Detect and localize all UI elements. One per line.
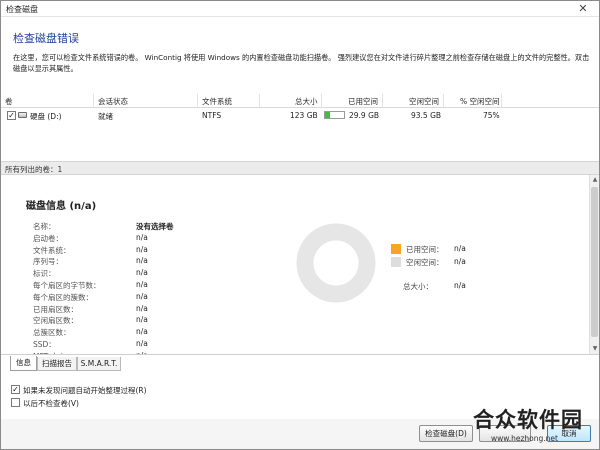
disk-property-label: 空闲扇区数： [33, 316, 78, 326]
column-header-used-space[interactable]: 已用空间 [348, 96, 378, 107]
check-disk-window: 检查磁盘 ✕ 检查磁盘错误 在这里，您可以检查文件系统错误的卷。 WinCont… [0, 0, 600, 450]
disk-property-label: SSD： [33, 340, 56, 349]
column-header-volume[interactable]: 卷 [5, 96, 13, 107]
used-space-bar [324, 111, 345, 119]
free-space-legend-value: n/a [454, 257, 466, 266]
disk-property-label: 文件系统： [33, 245, 71, 255]
column-header-status[interactable]: 会话状态 [98, 96, 128, 107]
page-description: 在这里，您可以检查文件系统错误的卷。 WinContig 将使用 Windows… [13, 53, 590, 73]
blank-button[interactable] [479, 425, 531, 442]
disk-property-label: 启动卷： [33, 233, 63, 243]
close-icon[interactable]: ✕ [576, 3, 590, 15]
volume-free-percent: 75% [483, 111, 500, 120]
auto-defrag-checkbox[interactable]: ✓ [11, 385, 20, 394]
tab-info[interactable]: 信息 [10, 356, 37, 371]
total-size-legend-label: 总大小： [403, 282, 433, 291]
scroll-down-arrow-icon[interactable]: ▼ [591, 345, 599, 353]
disk-property-value: 没有选择卷 [136, 222, 174, 231]
volume-list-header: 卷 会话状态 文件系统 总大小 已用空间 空闲空间 % 空闲空间 [1, 94, 599, 108]
volume-row[interactable]: ✓ 硬盘 (D:) 就绪 NTFS 123 GB 29.9 GB 93.5 GB… [1, 108, 599, 123]
free-space-legend-label: 空闲空间： [406, 258, 444, 267]
donut-ring [296, 223, 376, 303]
info-panel-scrollbar[interactable]: ▲ ▼ [589, 175, 599, 354]
disk-property-label: 每个扇区的字节数： [33, 281, 101, 290]
column-header-filesystem[interactable]: 文件系统 [202, 96, 232, 107]
disk-property-value: n/a [136, 315, 148, 325]
used-space-bar-fill [325, 112, 330, 118]
disk-property-value: n/a [136, 280, 148, 289]
disk-property-value: n/a [136, 339, 148, 348]
volume-used-space: 29.9 GB [349, 111, 380, 120]
total-size-legend-value: n/a [454, 281, 466, 290]
disk-property-label: 序列号： [33, 257, 63, 267]
disk-property-value: n/a [136, 291, 148, 301]
disk-info-title: 磁盘信息 (n/a) [26, 201, 97, 212]
header-panel: 检查磁盘错误 在这里，您可以检查文件系统错误的卷。 WinContig 将使用 … [1, 17, 599, 93]
disk-property-value: n/a [136, 327, 148, 337]
volume-list-blank-area [1, 123, 599, 161]
disk-property-label: 已用扇区数： [33, 304, 78, 314]
volume-checkbox[interactable]: ✓ [7, 111, 16, 120]
volume-filesystem: NTFS [202, 111, 222, 120]
disk-property-value: n/a [136, 232, 148, 242]
page-title: 检查磁盘错误 [13, 32, 79, 45]
column-header-total-size[interactable]: 总大小 [295, 96, 318, 107]
disk-usage-donut-chart [296, 223, 376, 303]
volume-name: 硬盘 (D:) [30, 112, 62, 121]
disk-property-value: n/a [136, 256, 148, 266]
title-bar: 检查磁盘 ✕ [1, 1, 599, 17]
disk-property-label: 名称： [33, 222, 56, 231]
status-bar: 所有列出的卷：1 [1, 161, 599, 175]
free-space-legend-swatch [391, 257, 401, 267]
volume-count-text: 所有列出的卷：1 [5, 165, 63, 174]
info-tabs: 信息 扫描报告 S.M.A.R.T. [1, 355, 599, 372]
volume-free-space: 93.5 GB [411, 111, 442, 120]
scroll-thumb[interactable] [591, 187, 598, 337]
column-header-free-percent[interactable]: % 空闲空间 [460, 96, 500, 107]
check-disk-button[interactable]: 检查磁盘(D) [419, 425, 473, 442]
disk-property-label: 总簇区数： [33, 328, 71, 338]
window-title: 检查磁盘 [6, 5, 38, 14]
tab-scan-report[interactable]: 扫描报告 [37, 357, 77, 371]
cancel-button[interactable]: 取消 [547, 425, 591, 442]
disk-property-value: n/a [136, 268, 148, 278]
skip-check-checkbox[interactable] [11, 398, 20, 407]
disk-property-value: n/a [136, 303, 148, 313]
button-bar: 检查磁盘(D) 取消 [1, 419, 599, 449]
skip-check-label[interactable]: 以后不检查卷(V) [23, 398, 79, 409]
used-space-legend-value: n/a [454, 244, 466, 253]
volume-status: 就绪 [98, 112, 113, 121]
used-space-legend-label: 已用空间： [406, 245, 444, 254]
tab-smart[interactable]: S.M.A.R.T. [77, 357, 121, 371]
disk-property-label: 标识： [33, 269, 56, 279]
scroll-up-arrow-icon[interactable]: ▲ [591, 176, 599, 184]
auto-defrag-label[interactable]: 如果未发现问题自动开始整理过程(R) [23, 385, 147, 396]
disk-property-value: n/a [136, 244, 148, 254]
used-space-legend-swatch [391, 244, 401, 254]
column-header-free-space[interactable]: 空闲空间 [409, 96, 439, 107]
volume-total-size: 123 GB [290, 111, 318, 120]
hard-drive-icon [18, 112, 27, 118]
disk-info-panel: 磁盘信息 (n/a) 名称： 没有选择卷启动卷： n/a 文件系统： n/a 序列号： n/… [1, 175, 599, 355]
disk-property-label: 每个扇区的簇数： [33, 292, 93, 302]
